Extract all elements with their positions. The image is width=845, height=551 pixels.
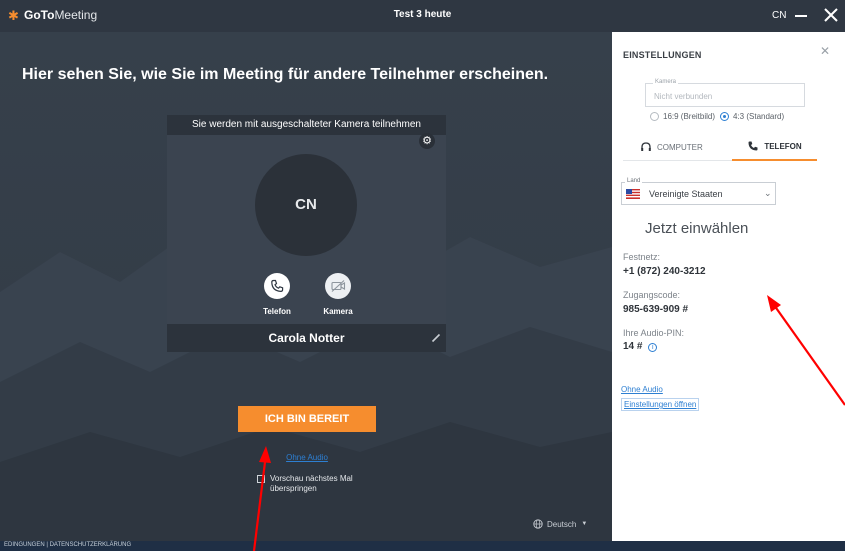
tab-computer[interactable]: COMPUTER — [640, 133, 703, 161]
participant-name: Carola Notter — [167, 324, 446, 352]
no-audio-link[interactable]: Ohne Audio — [262, 453, 352, 462]
pencil-icon[interactable] — [431, 333, 441, 343]
close-window-icon[interactable] — [822, 6, 840, 24]
phone-button[interactable] — [264, 273, 290, 299]
preview-area: Hier sehen Sie, wie Sie im Meeting für a… — [0, 32, 612, 541]
tab-phone[interactable]: TELEFON — [732, 133, 817, 161]
caret-down-icon: ▼ — [581, 521, 588, 527]
panel-no-audio-link[interactable]: Ohne Audio — [621, 385, 663, 394]
camera-off-icon — [331, 280, 346, 292]
meeting-title: Test 3 heute — [393, 9, 452, 20]
camera-field-value: Nicht verbunden — [654, 92, 713, 101]
country-dropdown[interactable]: Land Vereinigte Staaten ⌄ — [621, 178, 776, 205]
close-icon[interactable]: ✕ — [820, 44, 830, 58]
tab-phone-label: TELEFON — [764, 141, 802, 151]
aspect-wide-radio[interactable] — [650, 112, 659, 121]
window-edge — [839, 32, 845, 541]
settings-title: EINSTELLUNGEN — [623, 50, 702, 60]
camera-field-legend: Kamera — [653, 79, 679, 85]
camera-toggle-button[interactable] — [325, 273, 351, 299]
footer-links[interactable]: EDINGUNGEN | DATENSCHUTZERKLÄRUNG — [4, 542, 131, 548]
gear-icon[interactable]: ⚙ — [419, 133, 435, 149]
avatar: CN — [255, 154, 357, 256]
aspect-standard-label: 4:3 (Standard) — [733, 112, 785, 121]
audio-pin-label: Ihre Audio-PIN: — [623, 328, 685, 338]
self-preview-card: Sie werden mit ausgeschalteter Kamera te… — [167, 115, 446, 352]
gotomeeting-window: ✱ GoTo Meeting Test 3 heute CN Hier sehen… — [0, 0, 845, 551]
info-icon[interactable]: i — [648, 343, 658, 352]
skip-preview-checkbox[interactable] — [257, 475, 265, 483]
aspect-wide-label: 16:9 (Breitbild) — [663, 112, 716, 121]
chevron-down-icon: ⌄ — [764, 188, 772, 198]
minimize-icon[interactable] — [795, 15, 807, 17]
footer-bar: EDINGUNGEN | DATENSCHUTZERKLÄRUNG — [0, 541, 845, 551]
camera-label: Kamera — [323, 307, 353, 316]
title-bar: ✱ GoTo Meeting Test 3 heute CN — [0, 0, 845, 32]
audio-pin-value: 14 # — [623, 341, 643, 352]
open-settings-link[interactable]: Einstellungen öffnen — [621, 398, 700, 411]
user-initials[interactable]: CN — [772, 10, 786, 21]
landline-number: +1 (872) 240-3212 — [623, 266, 706, 277]
aspect-standard-radio[interactable] — [720, 112, 729, 121]
language-label: Deutsch — [547, 519, 577, 529]
audio-tabs: COMPUTER TELEFON — [623, 133, 817, 161]
country-legend: Land — [625, 178, 643, 184]
audio-pin-row: 14 # i — [623, 341, 658, 352]
page-headline: Hier sehen Sie, wie Sie im Meeting für a… — [22, 66, 549, 83]
phone-icon — [748, 141, 758, 151]
ready-button[interactable]: ICH BIN BEREIT — [238, 406, 376, 432]
headset-icon — [641, 142, 651, 151]
settings-panel: EINSTELLUNGEN ✕ Kamera Nicht verbunden 1… — [612, 32, 839, 541]
country-value: Vereinigte Staaten — [649, 189, 723, 199]
phone-label: Telefon — [263, 307, 291, 316]
dial-in-title: Jetzt einwählen — [645, 220, 749, 237]
camera-off-banner: Sie werden mit ausgeschalteter Kamera te… — [167, 115, 446, 135]
landline-label: Festnetz: — [623, 252, 661, 262]
access-code-label: Zugangscode: — [623, 290, 681, 300]
globe-icon — [533, 519, 543, 529]
access-code-value: 985-639-909 # — [623, 304, 689, 315]
tab-computer-label: COMPUTER — [657, 142, 703, 152]
language-dropdown[interactable]: Deutsch ▼ — [533, 519, 587, 529]
camera-select[interactable]: Kamera Nicht verbunden — [645, 79, 805, 107]
skip-preview-label: Vorschau nächstes Mal überspringen — [270, 474, 353, 493]
us-flag-icon — [626, 189, 640, 199]
phone-icon — [271, 279, 284, 293]
